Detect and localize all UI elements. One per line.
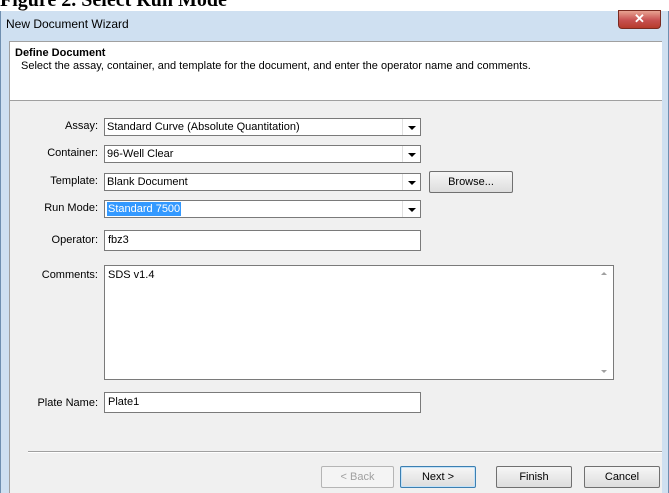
next-button[interactable]: Next > [400, 466, 476, 488]
plate-name-field[interactable]: Plate1 [104, 392, 421, 413]
dropdown-arrow-icon[interactable] [402, 146, 420, 162]
wizard-header: Define Document Select the assay, contai… [10, 42, 662, 101]
container-value: 96-Well Clear [107, 148, 174, 160]
next-button-label: Next > [421, 471, 455, 483]
comments-scrollbar[interactable] [596, 266, 613, 379]
browse-button[interactable]: Browse... [429, 171, 513, 193]
run-mode-value: Standard 7500 [107, 202, 182, 216]
assay-dropdown[interactable]: Standard Curve (Absolute Quantitation) [104, 118, 421, 136]
dropdown-arrow-icon[interactable] [402, 119, 420, 135]
operator-value: fbz3 [108, 234, 129, 246]
container-dropdown[interactable]: 96-Well Clear [104, 145, 421, 163]
page-description: Select the assay, container, and templat… [21, 60, 531, 72]
page-title: Define Document [15, 47, 106, 59]
container-label: Container: [47, 147, 98, 159]
dropdown-arrow-icon[interactable] [402, 174, 420, 190]
wizard-window: New Document Wizard ✕ Define Document Se… [0, 10, 669, 493]
template-label: Template: [50, 175, 98, 187]
run-mode-label: Run Mode: [44, 202, 98, 214]
window-title: New Document Wizard [6, 17, 129, 31]
dropdown-arrow-icon[interactable] [402, 201, 420, 217]
template-value: Blank Document [107, 176, 188, 188]
back-button-label: < Back [340, 471, 375, 483]
back-button[interactable]: < Back [321, 466, 394, 488]
wizard-client-area: Define Document Select the assay, contai… [9, 41, 662, 493]
operator-label: Operator: [51, 234, 98, 246]
comments-textarea[interactable]: SDS v1.4 [104, 265, 614, 380]
comments-value: SDS v1.4 [108, 269, 155, 281]
browse-button-label: Browse... [448, 176, 494, 188]
assay-label: Assay: [64, 120, 98, 132]
footer-divider [28, 451, 662, 453]
comments-label: Comments: [41, 269, 98, 281]
finish-button[interactable]: Finish [496, 466, 572, 488]
cancel-button-label: Cancel [604, 471, 640, 483]
title-bar: New Document Wizard ✕ [1, 10, 668, 41]
run-mode-dropdown[interactable]: Standard 7500 [104, 200, 421, 218]
plate-name-label: Plate Name: [37, 397, 98, 409]
cancel-button[interactable]: Cancel [584, 466, 660, 488]
template-dropdown[interactable]: Blank Document [104, 173, 421, 191]
plate-name-value: Plate1 [108, 396, 140, 408]
figure-caption: Figure 2. Select Run Mode [0, 0, 227, 11]
scroll-up-icon[interactable] [601, 272, 607, 275]
finish-button-label: Finish [519, 471, 549, 483]
scroll-down-icon[interactable] [601, 370, 607, 373]
operator-field[interactable]: fbz3 [104, 230, 421, 251]
close-icon: ✕ [634, 11, 645, 26]
close-button[interactable]: ✕ [618, 10, 661, 29]
assay-value: Standard Curve (Absolute Quantitation) [107, 121, 300, 133]
